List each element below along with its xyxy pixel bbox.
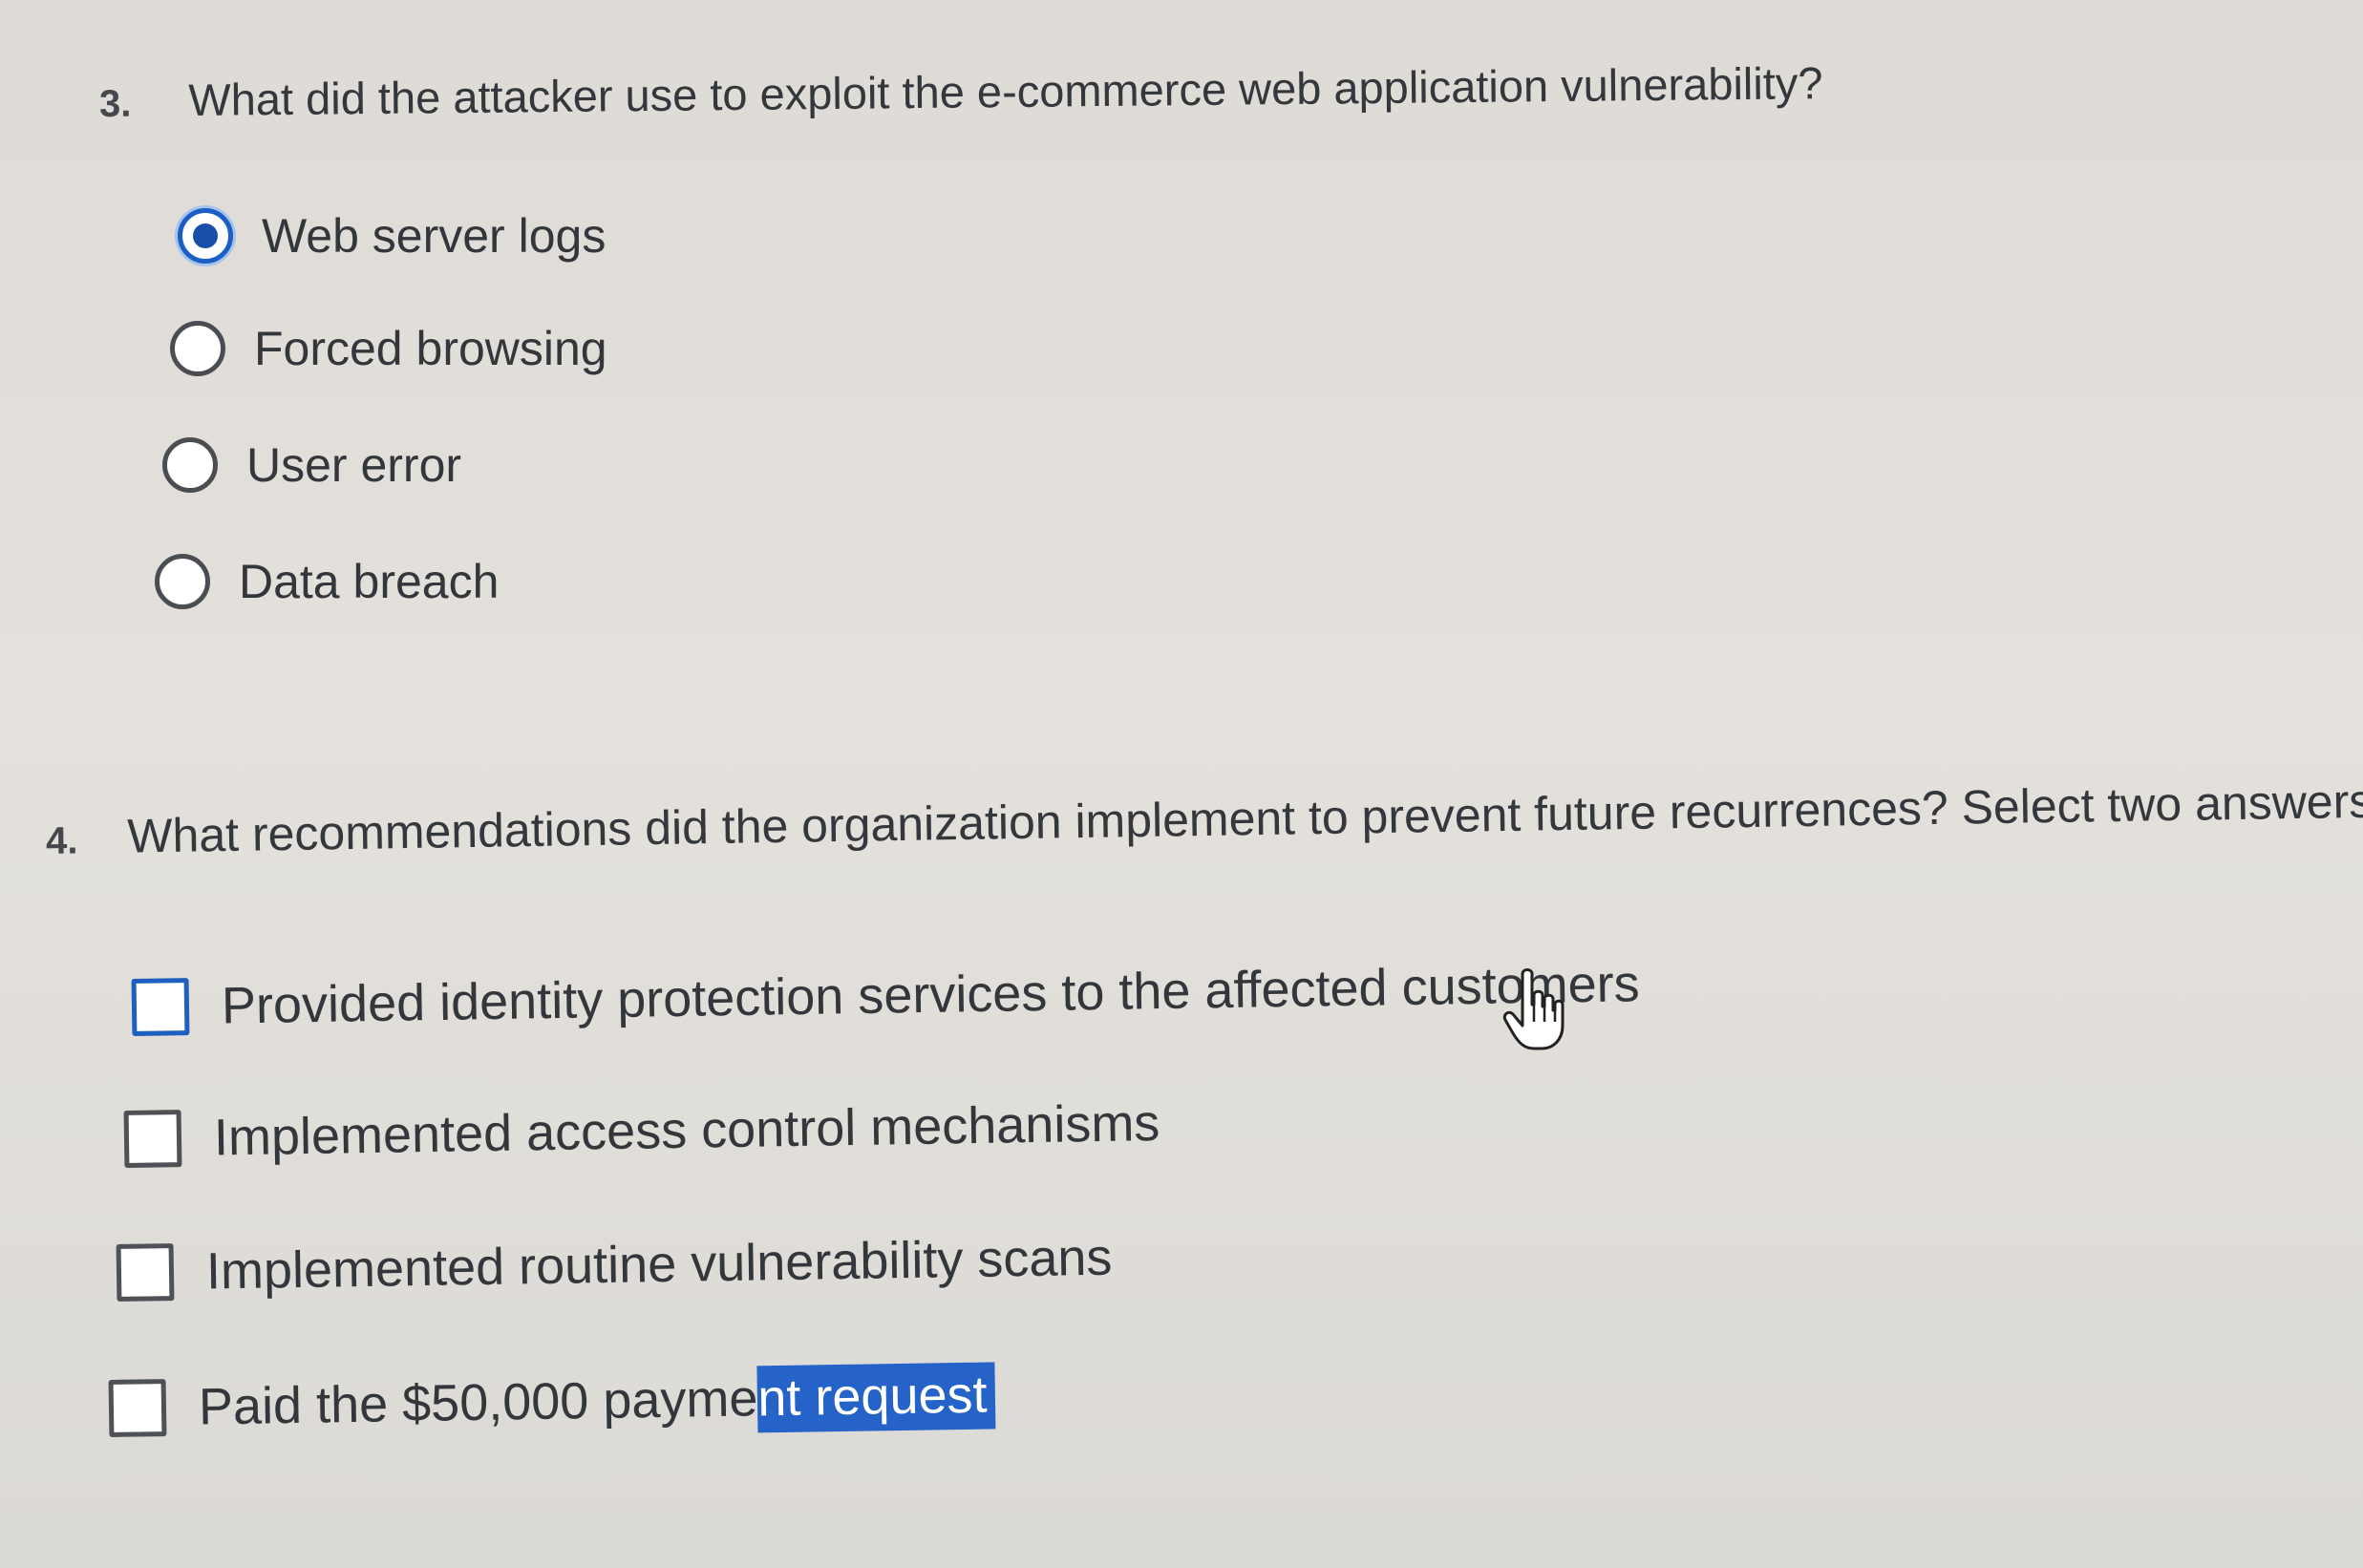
option-label: Implemented access control mechanisms xyxy=(213,1093,1160,1167)
checkbox-icon[interactable] xyxy=(116,1243,175,1302)
radio-selected-icon[interactable] xyxy=(178,208,233,264)
option-label: Paid the $50,000 payment request xyxy=(198,1362,996,1436)
option-label: User error xyxy=(246,438,462,492)
option-label: Implemented routine vulnerability scans xyxy=(205,1228,1113,1301)
question-3-header: 3. What did the attacker use to exploit … xyxy=(99,56,1823,127)
question-text: What recommendations did the organizatio… xyxy=(126,773,2363,863)
radio-unselected-icon[interactable] xyxy=(170,321,225,376)
question-number: 3. xyxy=(98,82,132,125)
radio-option-user-error[interactable]: User error xyxy=(162,437,461,493)
radio-option-data-breach[interactable]: Data breach xyxy=(155,554,499,609)
checkbox-option-access-control[interactable]: Implemented access control mechanisms xyxy=(123,1093,1160,1169)
radio-option-web-server-logs[interactable]: Web server logs xyxy=(178,208,606,264)
option-label: Provided identity protection services to… xyxy=(221,955,1641,1035)
option-label-plain: Paid the $50,000 payme xyxy=(198,1369,758,1436)
hand-pointer-icon xyxy=(1502,968,1565,1050)
checkbox-option-identity-protection[interactable]: Provided identity protection services to… xyxy=(131,954,1641,1037)
option-label: Data breach xyxy=(239,555,500,608)
option-label: Forced browsing xyxy=(254,322,607,375)
question-text: What did the attacker use to exploit the… xyxy=(188,57,1823,126)
radio-option-forced-browsing[interactable]: Forced browsing xyxy=(170,321,607,376)
checkbox-icon[interactable] xyxy=(123,1110,182,1168)
question-number: 4. xyxy=(45,819,78,862)
radio-unselected-icon[interactable] xyxy=(155,554,210,609)
radio-unselected-icon[interactable] xyxy=(162,437,218,493)
question-4-header: 4. What recommendations did the organiza… xyxy=(46,773,2363,865)
checkbox-icon[interactable] xyxy=(131,978,190,1036)
checkbox-option-vulnerability-scans[interactable]: Implemented routine vulnerability scans xyxy=(116,1228,1113,1303)
quiz-page: 3. What did the attacker use to exploit … xyxy=(0,0,2363,1568)
checkbox-option-paid-payment[interactable]: Paid the $50,000 payment request xyxy=(108,1362,996,1438)
selected-text-highlight: nt request xyxy=(756,1362,996,1433)
option-label: Web server logs xyxy=(262,209,607,263)
checkbox-icon[interactable] xyxy=(108,1379,167,1437)
